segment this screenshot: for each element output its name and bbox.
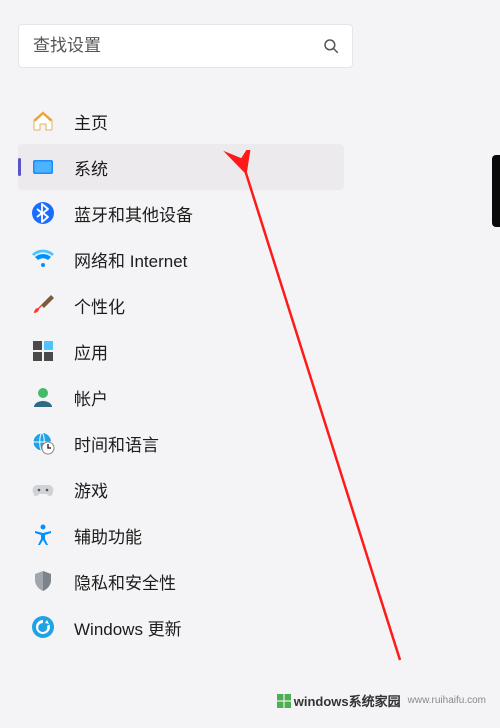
sidebar-label-network: 网络和 Internet — [74, 247, 187, 272]
globe-clock-icon — [30, 430, 56, 456]
gamepad-icon — [30, 476, 56, 502]
display-icon — [30, 154, 56, 180]
home-icon — [30, 108, 56, 134]
sidebar-item-bluetooth[interactable]: 蓝牙和其他设备 — [18, 190, 344, 236]
update-icon — [30, 614, 56, 640]
apps-icon — [30, 338, 56, 364]
sidebar-item-accessibility[interactable]: 辅助功能 — [18, 512, 344, 558]
wifi-icon — [30, 246, 56, 272]
sidebar-item-apps[interactable]: 应用 — [18, 328, 344, 374]
windows-logo-icon — [277, 694, 291, 708]
sidebar-label-gaming: 游戏 — [74, 477, 108, 502]
watermark-domain: www.ruihaifu.com — [408, 695, 486, 706]
search-icon — [322, 37, 340, 55]
sidebar-label-privacy: 隐私和安全性 — [74, 569, 176, 594]
sidebar-item-system[interactable]: 系统 — [18, 144, 344, 190]
sidebar-nav: 主页 系统 蓝牙和其他设备 网络和 Internet 个性化 — [18, 98, 344, 650]
right-edge-notch — [492, 155, 500, 227]
sidebar-item-privacy[interactable]: 隐私和安全性 — [18, 558, 344, 604]
sidebar-item-gaming[interactable]: 游戏 — [18, 466, 344, 512]
sidebar-item-update[interactable]: Windows 更新 — [18, 604, 344, 650]
search-input[interactable] — [31, 35, 322, 57]
brush-icon — [30, 292, 56, 318]
sidebar-label-accessibility: 辅助功能 — [74, 523, 142, 548]
sidebar-label-accounts: 帐户 — [74, 385, 108, 410]
sidebar-label-time: 时间和语言 — [74, 431, 159, 456]
sidebar-item-accounts[interactable]: 帐户 — [18, 374, 344, 420]
shield-icon — [30, 568, 56, 594]
sidebar-label-apps: 应用 — [74, 339, 108, 364]
sidebar-item-personalize[interactable]: 个性化 — [18, 282, 344, 328]
bluetooth-icon — [30, 200, 56, 226]
sidebar-label-update: Windows 更新 — [74, 615, 182, 640]
sidebar-item-network[interactable]: 网络和 Internet — [18, 236, 344, 282]
sidebar-label-home: 主页 — [74, 109, 108, 134]
sidebar-item-home[interactable]: 主页 — [18, 98, 344, 144]
accessibility-icon — [30, 522, 56, 548]
sidebar-label-system: 系统 — [74, 155, 108, 180]
sidebar-item-time[interactable]: 时间和语言 — [18, 420, 344, 466]
watermark: windows系统家园 www.ruihaifu.com — [277, 691, 486, 710]
watermark-brand: windows系统家园 — [294, 691, 401, 710]
search-field[interactable] — [18, 24, 353, 68]
account-icon — [30, 384, 56, 410]
sidebar-label-bluetooth: 蓝牙和其他设备 — [74, 201, 193, 226]
sidebar-label-personalize: 个性化 — [74, 293, 125, 318]
